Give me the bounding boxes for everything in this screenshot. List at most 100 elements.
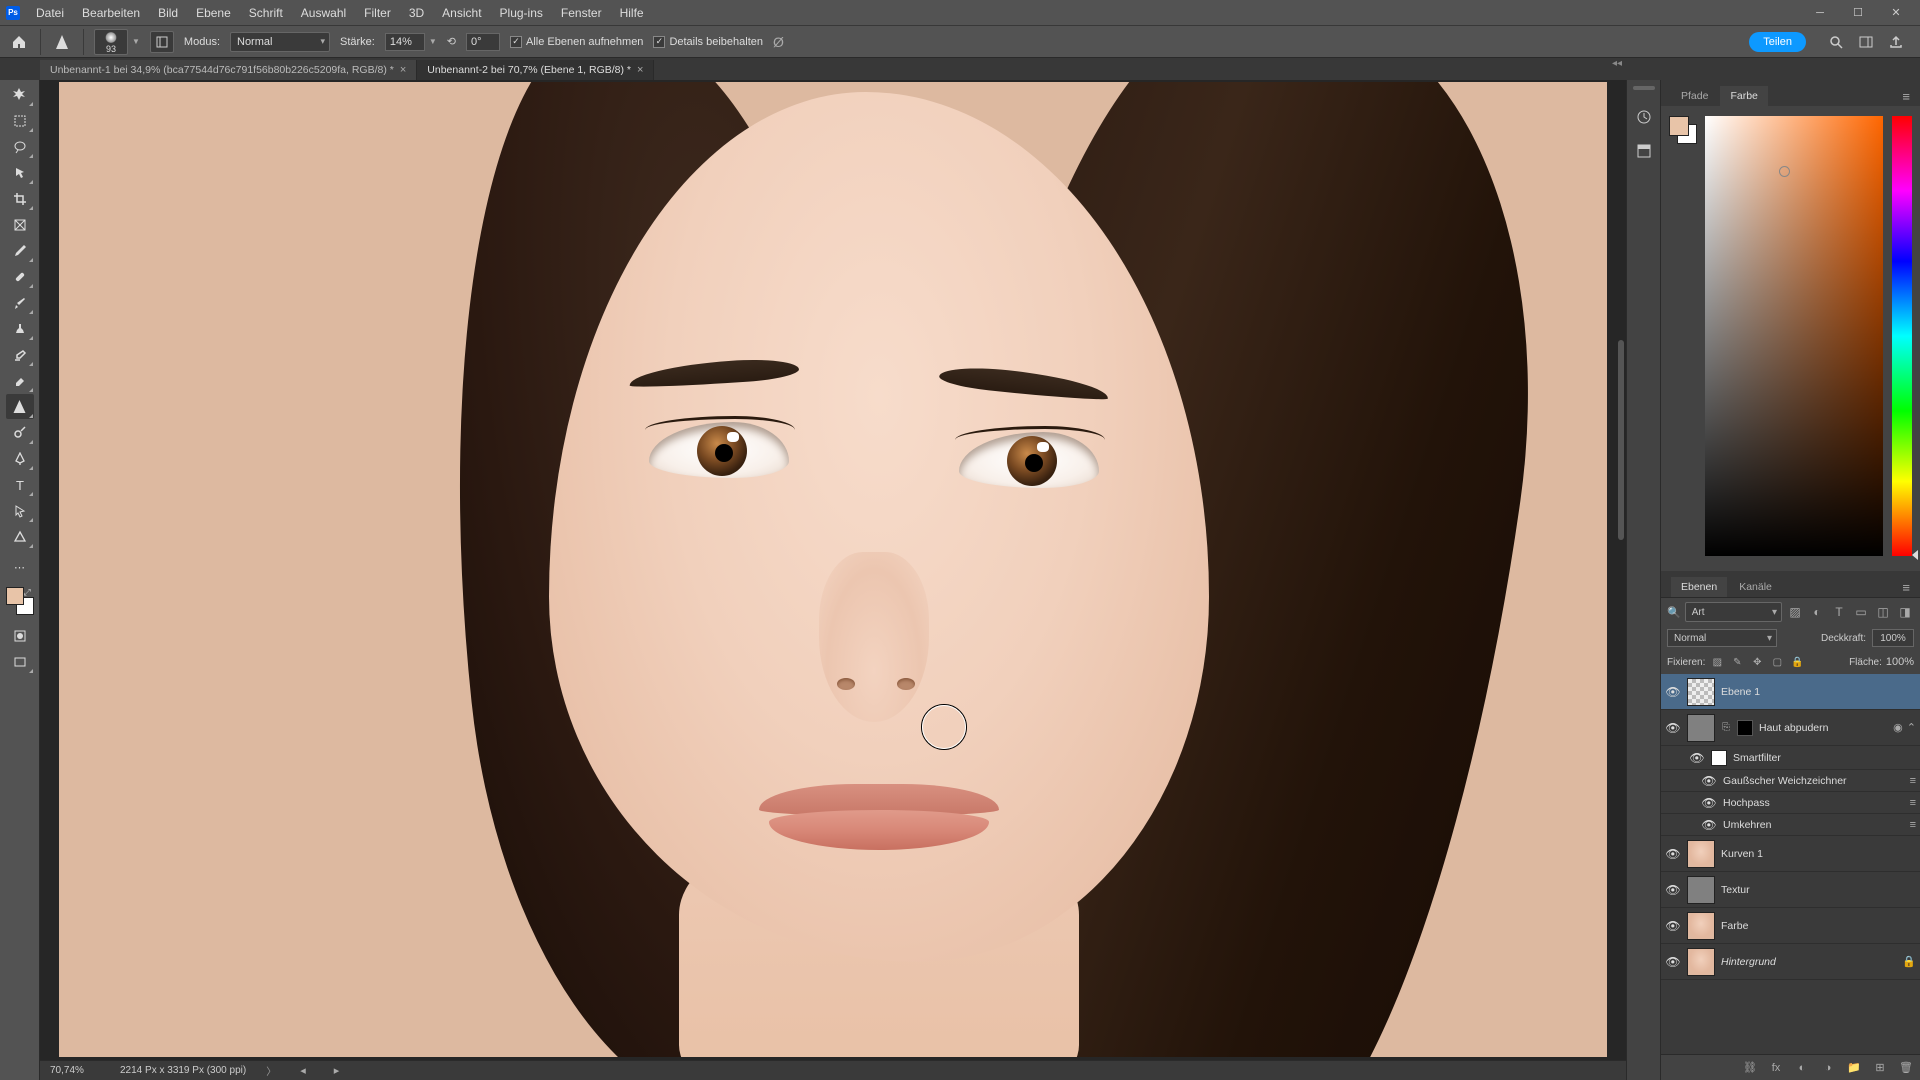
layer-name[interactable]: Hintergrund xyxy=(1721,956,1896,968)
fill-input[interactable]: 100% xyxy=(1886,656,1914,668)
document-tab[interactable]: Unbenannt-2 bei 70,7% (Ebene 1, RGB/8) *… xyxy=(417,60,654,80)
tab-kanaele[interactable]: Kanäle xyxy=(1729,577,1782,597)
foreground-swatch[interactable] xyxy=(6,587,24,605)
home-button[interactable] xyxy=(8,31,30,53)
layer-name[interactable]: Textur xyxy=(1721,884,1916,896)
properties-panel-icon[interactable] xyxy=(1631,138,1657,164)
menu-bearbeiten[interactable]: Bearbeiten xyxy=(74,3,148,23)
color-field[interactable] xyxy=(1705,116,1883,556)
smartfilter-header[interactable]: 👁 Smartfilter xyxy=(1661,746,1920,770)
search-icon[interactable]: 🔍 xyxy=(1667,606,1681,619)
layer-thumbnail[interactable] xyxy=(1687,714,1715,742)
visibility-toggle[interactable]: 👁 xyxy=(1665,720,1681,736)
filter-shape-icon[interactable]: ▭ xyxy=(1852,603,1870,621)
visibility-toggle[interactable]: 👁 xyxy=(1665,846,1681,862)
marquee-tool[interactable] xyxy=(6,108,34,133)
filter-toggle[interactable]: ◨ xyxy=(1896,603,1914,621)
color-swatches[interactable]: ⤢ xyxy=(6,587,34,615)
new-layer-icon[interactable]: ⊞ xyxy=(1872,1060,1888,1076)
blur-tool[interactable] xyxy=(6,394,34,419)
path-select-tool[interactable] xyxy=(6,498,34,523)
tab-farbe[interactable]: Farbe xyxy=(1720,86,1767,106)
layer-name[interactable]: Haut abpudern xyxy=(1759,722,1887,734)
sample-all-layers-checkbox[interactable]: ✓ Alle Ebenen aufnehmen xyxy=(510,36,643,48)
maximize-button[interactable]: ☐ xyxy=(1840,3,1876,23)
link-layers-icon[interactable]: ⛓ xyxy=(1742,1060,1758,1076)
pen-tool[interactable] xyxy=(6,446,34,471)
panel-menu-icon[interactable]: ≡ xyxy=(1898,578,1914,597)
document-canvas[interactable] xyxy=(59,82,1607,1057)
vertical-scrollbar[interactable] xyxy=(1618,340,1624,540)
filter-name[interactable]: Gaußscher Weichzeichner xyxy=(1723,775,1904,787)
filter-options-icon[interactable]: ≡ xyxy=(1910,819,1916,831)
screen-mode-button[interactable] xyxy=(6,649,34,674)
crop-tool[interactable] xyxy=(6,186,34,211)
lock-pixels-icon[interactable]: ✎ xyxy=(1729,654,1745,670)
lock-artboard-icon[interactable]: ▢ xyxy=(1769,654,1785,670)
lock-position-icon[interactable]: ✥ xyxy=(1749,654,1765,670)
layer-row[interactable]: 👁 Kurven 1 xyxy=(1661,836,1920,872)
type-tool[interactable]: T xyxy=(6,472,34,497)
search-icon[interactable] xyxy=(1826,32,1846,52)
visibility-toggle[interactable]: 👁 xyxy=(1701,795,1717,811)
delete-layer-icon[interactable]: 🗑 xyxy=(1898,1060,1914,1076)
lock-all-icon[interactable]: 🔒 xyxy=(1789,654,1805,670)
more-tools[interactable]: ⋯ xyxy=(6,555,34,580)
chevron-down-icon[interactable]: ▼ xyxy=(132,37,140,46)
dodge-tool[interactable] xyxy=(6,420,34,445)
blend-mode-select[interactable]: Normal xyxy=(1667,629,1777,647)
filter-options-icon[interactable]: ≡ xyxy=(1910,797,1916,809)
close-button[interactable]: ✕ xyxy=(1878,3,1914,23)
layer-thumbnail[interactable] xyxy=(1687,912,1715,940)
layer-name[interactable]: Farbe xyxy=(1721,920,1916,932)
menu-schrift[interactable]: Schrift xyxy=(241,3,291,23)
layer-row[interactable]: 👁 Ebene 1 xyxy=(1661,674,1920,710)
lasso-tool[interactable] xyxy=(6,134,34,159)
swap-colors-icon[interactable]: ⤢ xyxy=(24,587,34,597)
close-icon[interactable]: × xyxy=(400,64,406,76)
brush-panel-toggle[interactable] xyxy=(150,31,174,53)
tab-pfade[interactable]: Pfade xyxy=(1671,86,1718,106)
smartfilter-item[interactable]: 👁 Gaußscher Weichzeichner ≡ xyxy=(1661,770,1920,792)
menu-plugins[interactable]: Plug-ins xyxy=(492,3,551,23)
visibility-toggle[interactable]: 👁 xyxy=(1665,954,1681,970)
menu-bild[interactable]: Bild xyxy=(150,3,186,23)
smartfilter-item[interactable]: 👁 Hochpass ≡ xyxy=(1661,792,1920,814)
menu-ansicht[interactable]: Ansicht xyxy=(434,3,489,23)
filter-pixel-icon[interactable]: ▨ xyxy=(1786,603,1804,621)
scroll-right-icon[interactable]: ▸ xyxy=(330,1064,344,1077)
menu-datei[interactable]: Datei xyxy=(28,3,72,23)
filter-type-dropdown[interactable]: Art xyxy=(1685,602,1782,622)
smartfilter-item[interactable]: 👁 Umkehren ≡ xyxy=(1661,814,1920,836)
add-mask-icon[interactable]: ◐ xyxy=(1794,1060,1810,1076)
visibility-toggle[interactable]: 👁 xyxy=(1665,918,1681,934)
strength-input[interactable]: 14% xyxy=(385,33,425,51)
eyedropper-tool[interactable] xyxy=(6,238,34,263)
canvas-viewport[interactable] xyxy=(40,80,1626,1060)
brush-tool[interactable] xyxy=(6,290,34,315)
lock-transparent-icon[interactable]: ▨ xyxy=(1709,654,1725,670)
layer-thumbnail[interactable] xyxy=(1687,876,1715,904)
quick-select-tool[interactable] xyxy=(6,160,34,185)
layer-thumbnail[interactable] xyxy=(1687,840,1715,868)
layer-row[interactable]: 👁 Hintergrund 🔒 xyxy=(1661,944,1920,980)
menu-auswahl[interactable]: Auswahl xyxy=(293,3,354,23)
blend-mode-dropdown[interactable]: Normal xyxy=(230,32,330,52)
active-tool-icon[interactable] xyxy=(51,31,73,53)
workspace-icon[interactable] xyxy=(1856,32,1876,52)
layer-name[interactable]: Ebene 1 xyxy=(1721,686,1916,698)
filter-adjust-icon[interactable]: ◐ xyxy=(1808,603,1826,621)
filter-name[interactable]: Umkehren xyxy=(1723,819,1904,831)
frame-tool[interactable] xyxy=(6,212,34,237)
foreground-color[interactable] xyxy=(1669,116,1689,136)
scroll-left-icon[interactable]: ◂ xyxy=(296,1064,310,1077)
visibility-toggle[interactable]: 👁 xyxy=(1665,882,1681,898)
hue-slider[interactable] xyxy=(1892,116,1912,556)
panel-menu-icon[interactable]: ≡ xyxy=(1898,87,1914,106)
zoom-level[interactable]: 70,74% xyxy=(50,1065,100,1076)
chevron-down-icon[interactable]: ▼ xyxy=(429,37,437,46)
visibility-toggle[interactable]: 👁 xyxy=(1689,750,1705,766)
filter-name[interactable]: Hochpass xyxy=(1723,797,1904,809)
mask-thumbnail[interactable] xyxy=(1737,720,1753,736)
clone-stamp-tool[interactable] xyxy=(6,316,34,341)
